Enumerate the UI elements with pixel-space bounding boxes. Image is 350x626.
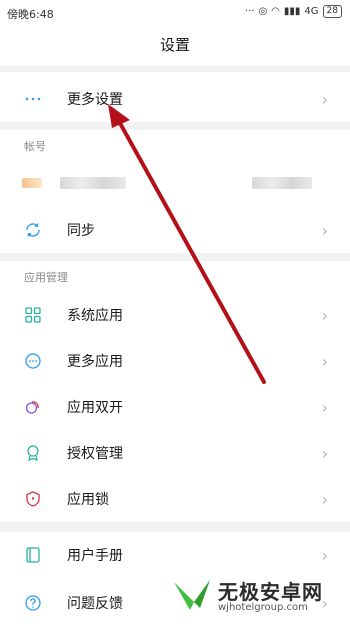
redacted-account-name — [60, 177, 126, 189]
chevron-right-icon: › — [321, 305, 328, 325]
badge-icon — [24, 444, 42, 462]
chevron-right-icon: › — [321, 443, 328, 463]
more-settings-label: 更多设置 — [67, 92, 123, 108]
more-apps-label: 更多应用 — [67, 354, 123, 370]
divider — [0, 122, 350, 130]
more-circle-icon — [24, 352, 42, 370]
system-apps-label: 系统应用 — [67, 308, 123, 324]
sync-label: 同步 — [67, 223, 95, 239]
question-icon — [24, 594, 42, 612]
app-lock-item[interactable]: 应用锁 › — [0, 476, 350, 522]
permissions-item[interactable]: 授权管理 › — [0, 430, 350, 476]
network-type: 4G — [304, 6, 319, 17]
chevron-right-icon: › — [321, 489, 328, 509]
chevron-right-icon: › — [321, 397, 328, 417]
divider — [0, 253, 350, 261]
watermark-url: wjhotelgroup.com — [218, 602, 308, 613]
account-item[interactable] — [0, 160, 350, 206]
watermark-title: 无极安卓网 — [218, 580, 323, 604]
permissions-label: 授权管理 — [67, 446, 123, 462]
chevron-right-icon: › — [321, 351, 328, 371]
user-manual-label: 用户手册 — [67, 548, 123, 564]
status-time: 傍晚6:48 — [7, 8, 54, 21]
dual-apps-label: 应用双开 — [67, 400, 123, 416]
sync-item[interactable]: 同步 › — [0, 207, 350, 253]
sync-icon — [24, 221, 42, 239]
alarm-icon: ◎ — [258, 6, 268, 17]
battery-indicator: 28 — [322, 5, 342, 18]
dual-apps-item[interactable]: 应用双开 › — [0, 384, 350, 430]
status-bar: 傍晚6:48 ··· ◎ ◠ ▮▮▮ 4G 28 — [0, 0, 350, 26]
redacted-account-id — [252, 177, 312, 189]
grid-icon — [24, 306, 42, 324]
watermark: 无极安卓网 wjhotelgroup.com — [160, 570, 350, 622]
watermark-logo-icon — [174, 580, 210, 610]
app-lock-label: 应用锁 — [67, 492, 109, 508]
divider — [0, 66, 350, 72]
divider — [0, 522, 350, 532]
status-icons: ··· ◎ ◠ ▮▮▮ 4G 28 — [245, 5, 342, 18]
avatar — [22, 178, 42, 188]
section-header-account: 帐号 — [24, 140, 46, 153]
more-settings-item[interactable]: 更多设置 › — [0, 76, 350, 122]
section-header-apps: 应用管理 — [24, 271, 68, 284]
more-apps-item[interactable]: 更多应用 › — [0, 338, 350, 384]
shield-icon — [24, 490, 42, 508]
page-title: 设置 — [159, 36, 190, 54]
signal-icon: ▮▮▮ — [283, 6, 301, 17]
feedback-label: 问题反馈 — [67, 596, 123, 612]
dual-circle-icon — [24, 398, 42, 416]
chevron-right-icon: › — [321, 220, 328, 240]
book-icon — [24, 546, 42, 564]
more-dots-icon: ··· — [244, 6, 255, 17]
more-dots-icon — [24, 90, 42, 108]
chevron-right-icon: › — [321, 89, 328, 109]
chevron-right-icon: › — [321, 545, 328, 565]
wifi-icon: ◠ — [271, 6, 280, 17]
system-apps-item[interactable]: 系统应用 › — [0, 292, 350, 338]
